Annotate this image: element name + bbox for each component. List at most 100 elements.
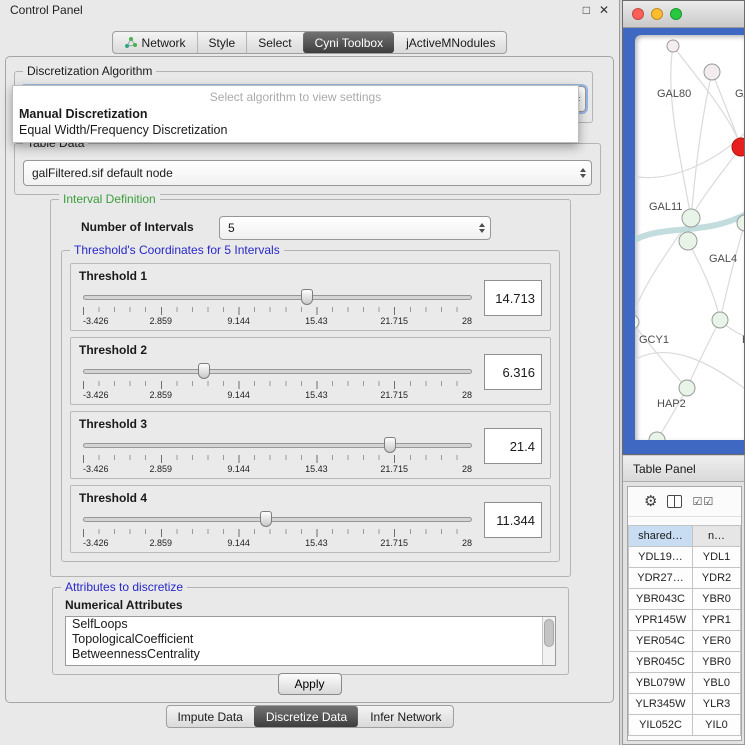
number-of-intervals-select[interactable]: 5 (219, 216, 491, 240)
threshold-1-value-field[interactable]: 14.713 (484, 280, 542, 316)
algorithm-option-equal-width[interactable]: Equal Width/Frequency Discretization (13, 122, 578, 138)
table-row[interactable]: YDL19…YDL1 (629, 547, 741, 568)
cell[interactable]: YPR145W (629, 610, 693, 631)
slider-thumb[interactable] (260, 511, 272, 527)
window-controls: □ ✕ (583, 3, 609, 17)
list-item[interactable]: SelfLoops (66, 617, 555, 632)
network-node[interactable] (667, 40, 679, 52)
node-attribute-table: shared… n… YDL19…YDL1 YDR27…YDR2 YBR043C… (628, 525, 741, 736)
cyni-toolbox-panel: Discretization Algorithm Select algorith… (5, 56, 614, 703)
cell[interactable]: YBR0 (693, 652, 741, 673)
table-row[interactable]: YBR043CYBR0 (629, 589, 741, 610)
slider-track[interactable] (83, 369, 472, 374)
select-columns-icons[interactable]: ☑☑ (692, 495, 714, 508)
table-data-select[interactable]: galFiltered.sif default node (23, 160, 592, 186)
algorithm-option-manual[interactable]: Manual Discretization (13, 106, 578, 122)
column-header-shared-name[interactable]: shared… (629, 526, 693, 547)
network-window-titlebar[interactable] (623, 1, 744, 28)
network-node[interactable] (682, 209, 700, 227)
tab-jactivemnodules[interactable]: jActiveMNodules (394, 32, 506, 53)
cell[interactable]: YIL0 (693, 715, 741, 736)
cell[interactable]: YER0 (693, 631, 741, 652)
cell[interactable]: YBL0 (693, 673, 741, 694)
control-panel-window: Control Panel □ ✕ Network Style Select C… (0, 0, 620, 745)
network-canvas-svg[interactable]: GAL80GAGAL11GAL4GCY1HHAP2 (635, 35, 744, 440)
tab-label: Style (209, 36, 236, 50)
network-node[interactable] (649, 432, 665, 440)
table-panel-titlebar: Table Panel (623, 455, 744, 482)
column-header-name[interactable]: n… (693, 526, 741, 547)
table-row[interactable]: YLR345WYLR3 (629, 694, 741, 715)
cell[interactable]: YPR1 (693, 610, 741, 631)
threshold-1-slider[interactable]: -3.426 2.859 9.144 15.43 21.715 28 (83, 288, 472, 328)
tab-impute-data[interactable]: Impute Data (166, 706, 253, 727)
table-row[interactable]: YER054CYER0 (629, 631, 741, 652)
threshold-4-value-field[interactable]: 11.344 (484, 502, 542, 538)
tick-label: 15.43 (305, 464, 328, 474)
table-panel-title: Table Panel (633, 462, 696, 476)
close-traffic-light-icon[interactable] (632, 8, 644, 20)
list-item[interactable]: BetweennessCentrality (66, 647, 555, 662)
gear-icon[interactable]: ⚙ (644, 494, 657, 509)
cell[interactable]: YDL1 (693, 547, 741, 568)
network-node[interactable] (732, 138, 744, 156)
network-canvas[interactable]: GAL80GAGAL11GAL4GCY1HHAP2 (635, 35, 744, 440)
tab-network[interactable]: Network (113, 32, 197, 53)
columns-icon[interactable] (667, 495, 682, 508)
table-row[interactable]: YBR045CYBR0 (629, 652, 741, 673)
scrollbar-thumb[interactable] (544, 619, 554, 647)
cell[interactable]: YDL19… (629, 547, 693, 568)
network-node[interactable] (712, 312, 728, 328)
network-node[interactable] (704, 64, 720, 80)
cell[interactable]: YDR2 (693, 568, 741, 589)
close-window-icon[interactable]: ✕ (599, 3, 609, 17)
table-row[interactable]: YDR27…YDR2 (629, 568, 741, 589)
tick-label: 28 (462, 316, 472, 326)
cell[interactable]: YIL052C (629, 715, 693, 736)
number-of-intervals-value: 5 (228, 221, 235, 235)
cell[interactable]: YBR043C (629, 589, 693, 610)
table-row[interactable]: YIL052CYIL0 (629, 715, 741, 736)
slider-ticks (83, 455, 472, 463)
network-node[interactable] (679, 232, 697, 250)
slider-track[interactable] (83, 517, 472, 522)
slider-thumb[interactable] (301, 289, 313, 305)
zoom-traffic-light-icon[interactable] (670, 8, 682, 20)
threshold-2-slider[interactable]: -3.426 2.859 9.144 15.43 21.715 28 (83, 362, 472, 402)
network-node[interactable] (679, 380, 695, 396)
network-node[interactable] (635, 315, 639, 329)
tick-label: 21.715 (380, 390, 408, 400)
slider-thumb[interactable] (384, 437, 396, 453)
threshold-3-slider[interactable]: -3.426 2.859 9.144 15.43 21.715 28 (83, 436, 472, 476)
table-row[interactable]: YPR145WYPR1 (629, 610, 741, 631)
cell[interactable]: YBR045C (629, 652, 693, 673)
cell[interactable]: YER054C (629, 631, 693, 652)
threshold-4-slider[interactable]: -3.426 2.859 9.144 15.43 21.715 28 (83, 510, 472, 550)
slider-track[interactable] (83, 443, 472, 448)
cell[interactable]: YLR3 (693, 694, 741, 715)
tab-cyni-toolbox[interactable]: Cyni Toolbox (303, 32, 394, 53)
numerical-attributes-list[interactable]: SelfLoops TopologicalCoefficient Between… (65, 616, 556, 666)
network-node-label: GAL80 (657, 88, 691, 100)
algorithm-placeholder-item[interactable]: Select algorithm to view settings (13, 88, 578, 106)
slider-track[interactable] (83, 295, 472, 300)
table-panel-body: ⚙ ☑☑ shared… n… YDL19…YDL1 YDR27…YDR2 YB… (627, 486, 742, 741)
tab-select[interactable]: Select (246, 32, 302, 53)
apply-button[interactable]: Apply (278, 673, 342, 695)
threshold-3-value-field[interactable]: 21.4 (484, 428, 542, 464)
minimize-traffic-light-icon[interactable] (651, 8, 663, 20)
tab-infer-network[interactable]: Infer Network (358, 706, 452, 727)
list-scrollbar[interactable] (542, 617, 555, 665)
cell[interactable]: YLR345W (629, 694, 693, 715)
list-item[interactable]: TopologicalCoefficient (66, 632, 555, 647)
cell[interactable]: YBR0 (693, 589, 741, 610)
tab-discretize-data[interactable]: Discretize Data (254, 706, 358, 727)
cell[interactable]: YBL079W (629, 673, 693, 694)
slider-thumb[interactable] (198, 363, 210, 379)
tab-style[interactable]: Style (197, 32, 247, 53)
cell[interactable]: YDR27… (629, 568, 693, 589)
threshold-2-value-field[interactable]: 6.316 (484, 354, 542, 390)
slider-scale: -3.426 2.859 9.144 15.43 21.715 28 (83, 538, 472, 549)
float-window-icon[interactable]: □ (583, 3, 590, 17)
table-row[interactable]: YBL079WYBL0 (629, 673, 741, 694)
